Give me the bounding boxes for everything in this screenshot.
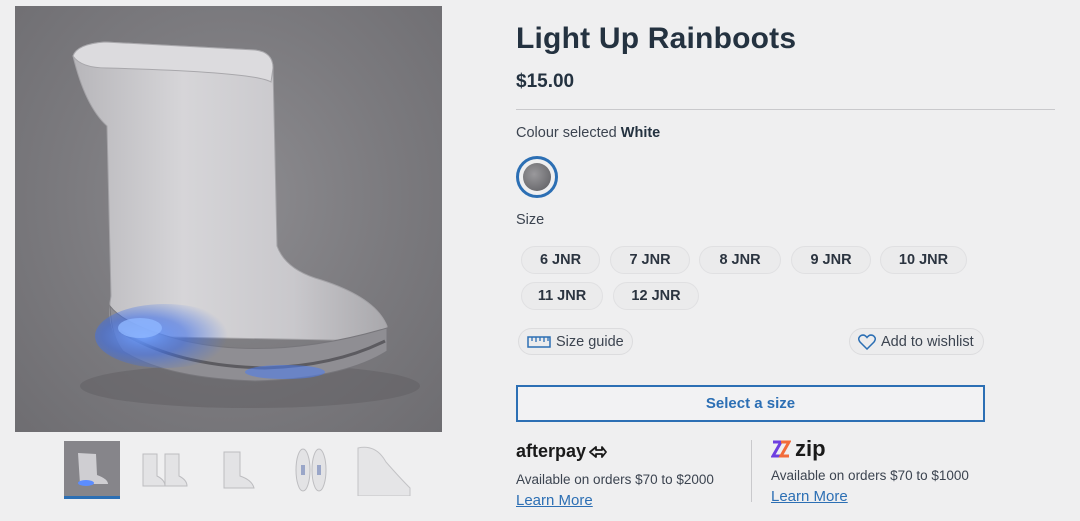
thumbnail-boot-pair-image	[142, 453, 188, 487]
size-option[interactable]: 9 JNR	[791, 246, 871, 274]
add-to-wishlist-button[interactable]: Add to wishlist	[849, 328, 984, 355]
colour-swatch-white[interactable]	[516, 156, 558, 198]
thumbnail-4[interactable]	[283, 441, 339, 499]
thumbnail-boot-back-image	[223, 451, 255, 489]
ruler-icon	[527, 335, 551, 348]
payment-divider	[751, 440, 752, 502]
size-option[interactable]: 7 JNR	[610, 246, 690, 274]
thumbnail-boot-side-image	[78, 452, 108, 486]
product-price: $15.00	[516, 71, 575, 92]
thumbnail-strip	[64, 441, 412, 499]
thumbnail-2[interactable]	[137, 441, 193, 499]
size-option[interactable]: 10 JNR	[880, 246, 967, 274]
zip-logo: zip	[771, 436, 826, 462]
zip-availability: Available on orders $70 to $1000	[771, 468, 969, 483]
size-option[interactable]: 8 JNR	[699, 246, 781, 274]
thumbnail-1[interactable]	[64, 441, 120, 499]
zip-logo-text: zip	[795, 436, 826, 461]
section-divider	[516, 109, 1055, 110]
thumbnail-5[interactable]	[356, 441, 412, 499]
colour-selected-line: Colour selected White	[516, 125, 660, 141]
thumbnail-boot-soles-image	[295, 448, 327, 492]
size-option[interactable]: 6 JNR	[521, 246, 600, 274]
product-page: Light Up Rainboots $15.00 Colour selecte…	[0, 0, 1080, 521]
select-size-button[interactable]: Select a size	[516, 385, 985, 422]
zip-learn-more-link[interactable]: Learn More	[771, 488, 848, 505]
rainboot-illustration	[72, 41, 420, 408]
size-option[interactable]: 12 JNR	[613, 282, 699, 310]
thumbnail-boot-closeup-image	[357, 446, 411, 496]
swatch-fill	[523, 163, 551, 191]
size-guide-button[interactable]: Size guide	[518, 328, 633, 355]
colour-label: Colour selected	[516, 125, 617, 141]
wishlist-label: Add to wishlist	[881, 333, 974, 350]
zip-mark-icon	[771, 440, 791, 458]
main-product-image[interactable]	[15, 6, 442, 432]
afterpay-logo: afterpay	[516, 441, 608, 462]
size-guide-label: Size guide	[556, 333, 624, 350]
afterpay-arrows-icon	[589, 445, 607, 458]
thumbnail-3[interactable]	[210, 441, 266, 499]
afterpay-logo-text: afterpay	[516, 441, 587, 461]
colour-value: White	[620, 125, 661, 141]
product-title: Light Up Rainboots	[516, 22, 797, 55]
afterpay-learn-more-link[interactable]: Learn More	[516, 492, 593, 509]
heart-icon	[858, 333, 876, 350]
size-option[interactable]: 11 JNR	[521, 282, 603, 310]
afterpay-availability: Available on orders $70 to $2000	[516, 472, 714, 487]
size-label: Size	[516, 212, 545, 228]
